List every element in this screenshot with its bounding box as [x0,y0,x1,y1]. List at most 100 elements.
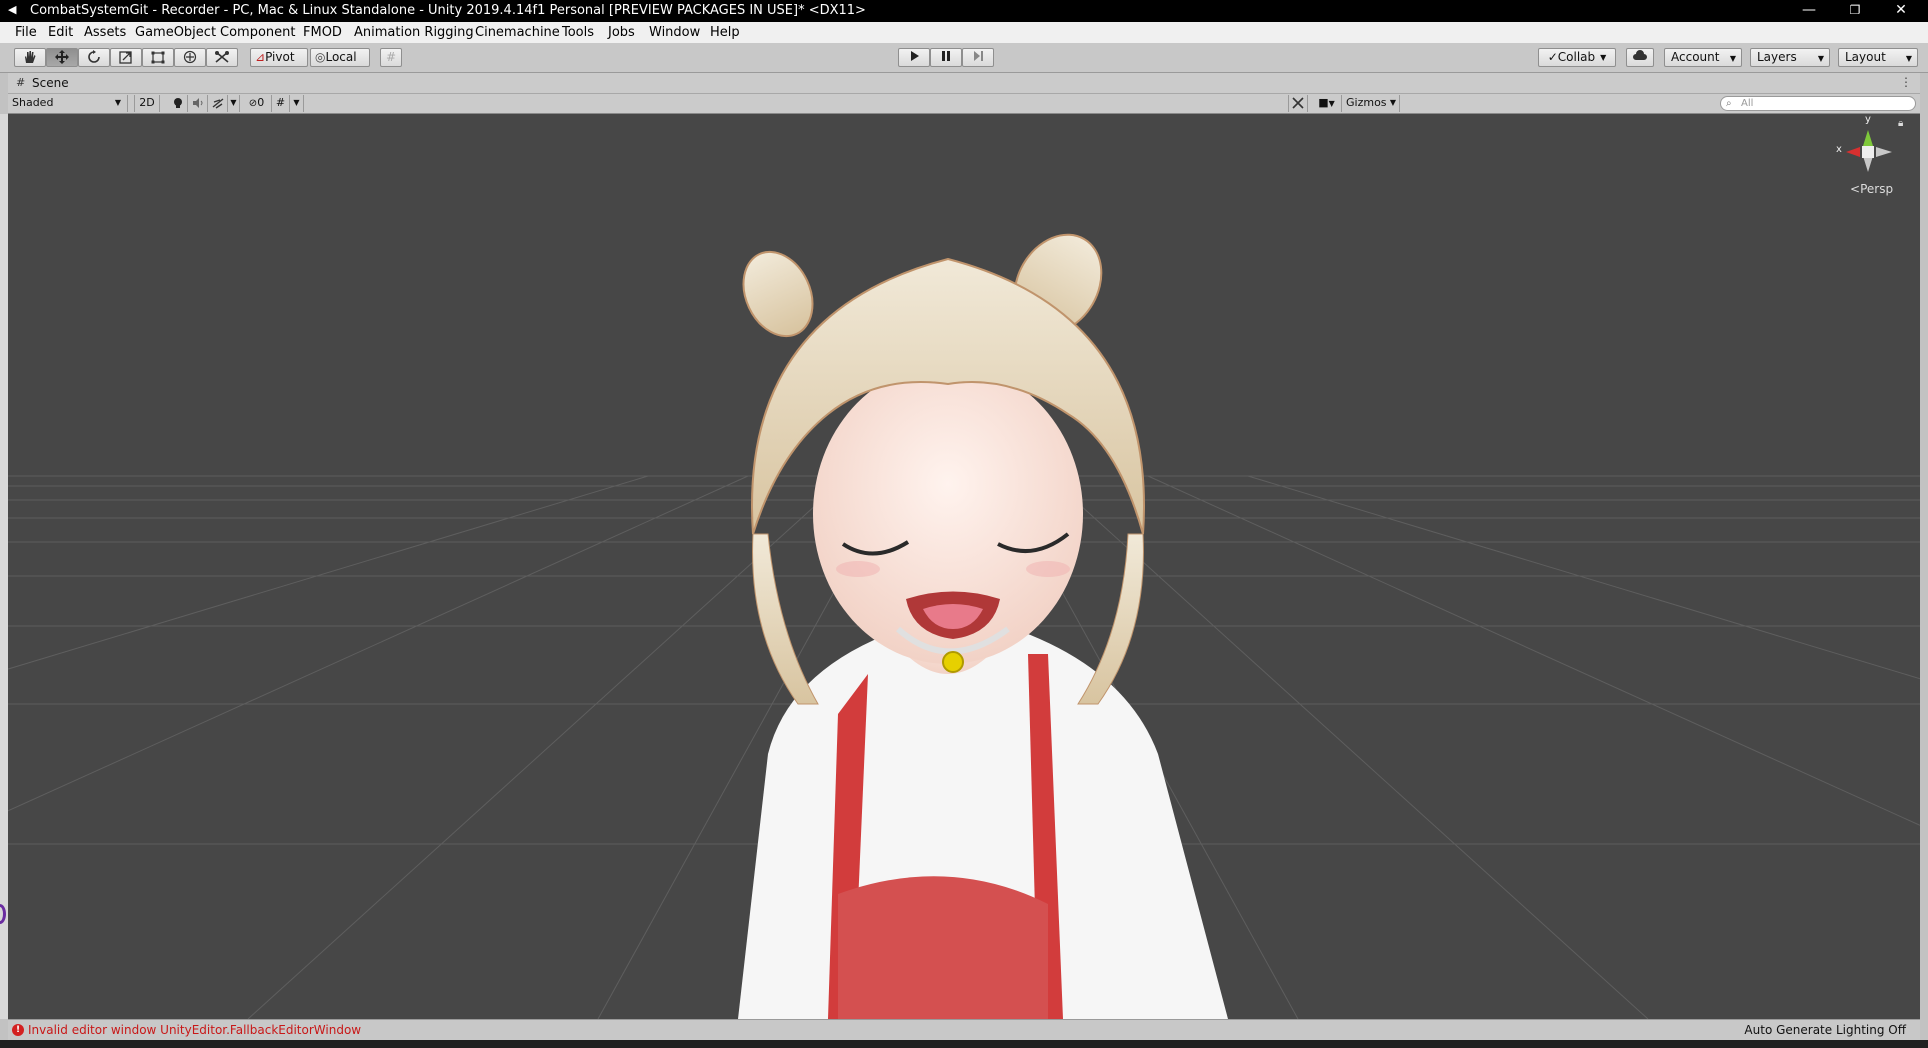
pivot-toggle[interactable]: ⊿Pivot [250,48,308,67]
audio-toggle[interactable] [188,95,208,112]
pause-button[interactable] [930,48,962,67]
menu-assets[interactable]: Assets [84,24,126,41]
grid-icon: # [16,76,26,89]
step-button[interactable] [962,48,994,67]
menu-file[interactable]: File [15,24,37,41]
local-icon: ◎ [315,50,326,64]
grid-icon: # [275,96,286,109]
main-toolbar: ⊿Pivot ◎Local # ✓Collab ▼ Account ▼ Layers… [0,43,1928,73]
menu-help[interactable]: Help [710,24,740,41]
rotate-tool-button[interactable] [78,48,110,67]
custom-tool-button[interactable] [206,48,238,67]
menu-fmod[interactable]: FMOD [303,24,342,41]
move-icon [55,50,69,64]
close-button[interactable]: ✕ [1878,0,1924,22]
2d-toggle[interactable]: 2D [134,95,160,112]
status-error-message[interactable]: Invalid editor window UnityEditor.Fallba… [28,1023,361,1037]
character-model [738,233,1228,1019]
menu-tools[interactable]: Tools [562,24,594,41]
chevron-down-icon: ▼ [1389,98,1396,107]
tab-scene[interactable]: Scene [32,76,69,90]
lightbulb-icon [173,98,182,108]
shading-mode-dropdown[interactable]: Shaded ▼ [8,95,128,112]
chevron-down-icon: ▼ [1328,99,1335,108]
projection-toggle[interactable]: <Persp [1850,182,1893,196]
scene-search-input[interactable]: ⌕ All [1720,96,1916,111]
layers-label: Layers [1757,50,1797,64]
gizmo-y-label: y [1865,114,1871,125]
chevron-down-icon: ▼ [1729,54,1736,63]
shading-mode-label: Shaded [12,96,54,109]
minimize-button[interactable]: — [1786,0,1832,22]
chevron-down-icon: ▼ [114,98,121,107]
left-window-edge [0,114,8,1019]
snap-button[interactable]: # [380,48,402,67]
hand-tool-button[interactable] [14,48,46,67]
maximize-button[interactable]: ❐ [1832,0,1878,22]
camera-dropdown[interactable]: ■▼ [1312,95,1342,112]
local-label: Local [325,50,357,64]
gizmo-x-label: x [1836,144,1842,155]
taskbar-edge [0,1040,1928,1048]
menu-bar: File Edit Assets GameObject Component FM… [0,22,1928,43]
custom-tool-icon [215,51,229,63]
menu-window[interactable]: Window [649,24,700,41]
tools-toggle[interactable] [1288,95,1308,112]
rect-tool-button[interactable] [142,48,174,67]
scene-tab-bar: # Scene ⋮ [8,73,1920,94]
tools-icon [1292,97,1304,109]
scene-toolbar: Shaded ▼ 2D ▼ ⊘0 # ▼ ■▼ Gizmos ▼ ⌕ All [8,94,1920,114]
effects-dropdown[interactable]: ▼ [228,95,240,112]
effects-toggle[interactable] [208,95,228,112]
move-tool-button[interactable] [46,48,78,67]
account-dropdown[interactable]: Account ▼ [1664,48,1742,67]
chevron-down-icon: ▼ [1817,54,1824,63]
step-icon [974,51,983,61]
rotate-icon [88,50,100,63]
local-toggle[interactable]: ◎Local [310,48,370,67]
cloud-icon [1633,50,1647,60]
rect-icon [151,51,165,64]
menu-jobs[interactable]: Jobs [608,24,635,41]
grid-dropdown[interactable]: ▼ [290,95,304,112]
eye-slash-icon: ⊘ [248,98,258,109]
menu-cinemachine[interactable]: Cinemachine [475,24,560,41]
error-icon: ! [12,1024,24,1036]
play-button[interactable] [898,48,930,67]
check-icon: ✓ [1547,50,1558,64]
collab-dropdown[interactable]: ✓Collab ▼ [1538,48,1616,67]
chevron-down-icon: ▼ [1600,53,1607,62]
effects-icon [212,98,223,109]
layout-label: Layout [1845,50,1886,64]
menu-gameobject[interactable]: GameObject [135,24,216,41]
cloud-button[interactable] [1626,48,1654,67]
unity-icon: ◀ [8,3,17,16]
search-placeholder: All [1741,98,1754,109]
chevron-down-icon: ▼ [230,98,237,107]
scale-tool-button[interactable] [110,48,142,67]
projection-label: Persp [1860,182,1894,196]
scene-viewport[interactable]: y x 🔒︎ <Persp [8,114,1920,1019]
more-vertical-icon[interactable]: ⋮ [1900,75,1912,89]
layers-dropdown[interactable]: Layers ▼ [1750,48,1830,67]
menu-edit[interactable]: Edit [48,24,73,41]
play-icon [911,51,919,61]
window-title: CombatSystemGit - Recorder - PC, Mac & L… [30,3,866,18]
orientation-gizmo[interactable]: y x 🔒︎ <Persp [1828,114,1908,230]
camera-icon: ■ [1318,96,1329,109]
menu-component[interactable]: Component [220,24,295,41]
layout-dropdown[interactable]: Layout ▼ [1838,48,1918,67]
menu-animation-rigging[interactable]: Animation Rigging [354,24,474,41]
hidden-objects-toggle[interactable]: ⊘0 [242,95,272,112]
grid-toggle[interactable]: # [272,95,290,112]
lighting-status[interactable]: Auto Generate Lighting Off [1744,1023,1906,1037]
transform-tool-button[interactable] [174,48,206,67]
gizmos-dropdown[interactable]: Gizmos ▼ [1342,95,1400,112]
chevron-down-icon: ▼ [293,98,300,107]
lock-icon[interactable]: 🔒︎ [1898,118,1903,129]
pivot-label: Pivot [265,50,295,64]
lighting-toggle[interactable] [168,95,188,112]
axis-gizmo-icon [1846,130,1892,172]
status-bar: ! Invalid editor window UnityEditor.Fall… [8,1019,1920,1040]
title-bar: ◀ CombatSystemGit - Recorder - PC, Mac &… [0,0,1928,22]
